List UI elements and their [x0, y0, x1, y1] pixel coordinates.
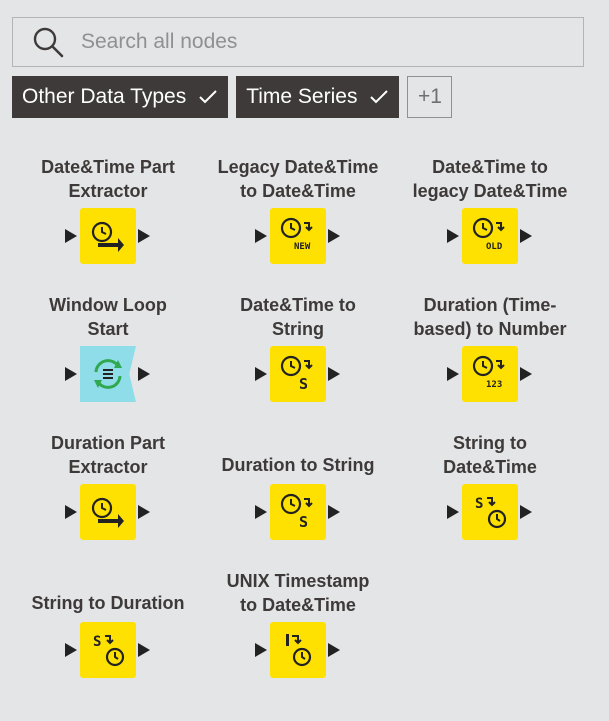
node-label: Legacy Date&Time to Date&Time: [217, 157, 379, 201]
input-port-icon[interactable]: [65, 367, 77, 381]
output-port-icon[interactable]: [138, 367, 150, 381]
clock-new-icon[interactable]: NEW: [270, 208, 326, 264]
string-to-clock-icon[interactable]: S: [462, 484, 518, 540]
svg-text:S: S: [475, 496, 483, 512]
clock-old-icon[interactable]: OLD: [462, 208, 518, 264]
node-label: Date&Time to legacy Date&Time: [412, 157, 568, 201]
input-port-icon[interactable]: [447, 505, 459, 519]
unix-to-clock-icon[interactable]: [270, 622, 326, 678]
output-port-icon[interactable]: [520, 367, 532, 381]
node-label: Duration (Time- based) to Number: [413, 295, 567, 339]
input-port-icon[interactable]: [447, 367, 459, 381]
svg-text:123: 123: [486, 380, 502, 390]
output-port-icon[interactable]: [138, 505, 150, 519]
check-icon: [370, 90, 389, 104]
node-label: Duration to String: [221, 455, 375, 475]
node-clock-new[interactable]: Legacy Date&Time to Date&Time NEW: [203, 155, 393, 265]
svg-text:S: S: [299, 375, 308, 393]
input-port-icon[interactable]: [65, 229, 77, 243]
node-duration-to-string[interactable]: Duration to String S: [203, 431, 393, 541]
node-label: Duration Part Extractor: [50, 433, 165, 477]
tag-more-button[interactable]: +1: [407, 76, 453, 118]
node-label: Date&Time to String: [240, 295, 356, 339]
clock-to-string-icon[interactable]: S: [270, 346, 326, 402]
input-port-icon[interactable]: [255, 505, 267, 519]
node-label: UNIX Timestamp to Date&Time: [226, 571, 370, 615]
node-label: Date&Time Part Extractor: [41, 157, 175, 201]
node-clock-to-string[interactable]: Date&Time to String S: [203, 293, 393, 403]
svg-text:OLD: OLD: [486, 242, 503, 252]
input-port-icon[interactable]: [255, 229, 267, 243]
duration-to-number-icon[interactable]: 123: [462, 346, 518, 402]
tag-filter-list: Other Data Types Time Series +1: [12, 76, 453, 118]
tag-label: Other Data Types: [22, 85, 187, 108]
duration-to-string-icon[interactable]: S: [270, 484, 326, 540]
duration-extract-icon[interactable]: [80, 484, 136, 540]
output-port-icon[interactable]: [328, 367, 340, 381]
output-port-icon[interactable]: [138, 229, 150, 243]
node-duration-extract[interactable]: Duration Part Extractor: [13, 431, 203, 541]
node-unix-to-clock[interactable]: UNIX Timestamp to Date&Time: [203, 569, 393, 679]
loop-icon[interactable]: [80, 346, 136, 402]
output-port-icon[interactable]: [328, 229, 340, 243]
node-duration-to-number[interactable]: Duration (Time- based) to Number 123: [395, 293, 585, 403]
tag-other-data-types[interactable]: Other Data Types: [12, 76, 229, 118]
output-port-icon[interactable]: [328, 643, 340, 657]
input-port-icon[interactable]: [65, 643, 77, 657]
input-port-icon[interactable]: [65, 505, 77, 519]
node-string-to-duration[interactable]: String to Duration S: [13, 569, 203, 679]
node-string-to-clock[interactable]: String to Date&Time S: [395, 431, 585, 541]
search-bar[interactable]: [12, 17, 584, 67]
tag-time-series[interactable]: Time Series: [236, 76, 400, 118]
node-label: String to Duration: [31, 593, 185, 613]
tag-label: Time Series: [246, 85, 358, 108]
node-clock-extract[interactable]: Date&Time Part Extractor: [13, 155, 203, 265]
input-port-icon[interactable]: [447, 229, 459, 243]
node-label: Window Loop Start: [49, 295, 167, 339]
node-clock-old[interactable]: Date&Time to legacy Date&Time OLD: [395, 155, 585, 265]
search-input[interactable]: [79, 29, 553, 55]
svg-text:S: S: [299, 513, 308, 531]
search-icon: [33, 27, 64, 58]
input-port-icon[interactable]: [255, 367, 267, 381]
output-port-icon[interactable]: [520, 505, 532, 519]
clock-extract-icon[interactable]: [80, 208, 136, 264]
svg-text:NEW: NEW: [294, 242, 311, 252]
svg-text:S: S: [93, 634, 101, 650]
output-port-icon[interactable]: [520, 229, 532, 243]
output-port-icon[interactable]: [138, 643, 150, 657]
string-to-duration-icon[interactable]: S: [80, 622, 136, 678]
check-icon: [199, 90, 217, 104]
output-port-icon[interactable]: [328, 505, 340, 519]
input-port-icon[interactable]: [255, 643, 267, 657]
node-label: String to Date&Time: [443, 433, 537, 477]
node-loop[interactable]: Window Loop Start: [13, 293, 203, 403]
